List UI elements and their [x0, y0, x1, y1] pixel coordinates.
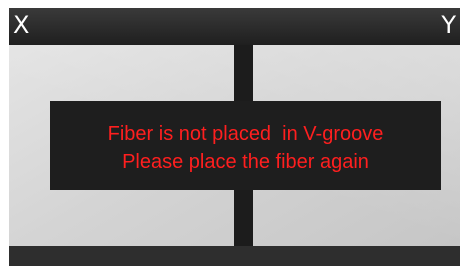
error-message-line-1: Fiber is not placed in V-groove: [107, 123, 384, 145]
display-frame: X Y Fiber is not placed in V-groove Plea…: [9, 8, 460, 266]
camera-header-bar: X Y: [9, 8, 460, 45]
error-message-box: Fiber is not placed in V-groove Please p…: [50, 101, 441, 190]
y-camera-label: Y: [441, 11, 456, 39]
error-message-line-2: Please place the fiber again: [122, 151, 369, 173]
x-camera-label: X: [13, 11, 30, 39]
status-bar: [9, 246, 460, 266]
splicer-screen: X Y Fiber is not placed in V-groove Plea…: [0, 0, 468, 268]
